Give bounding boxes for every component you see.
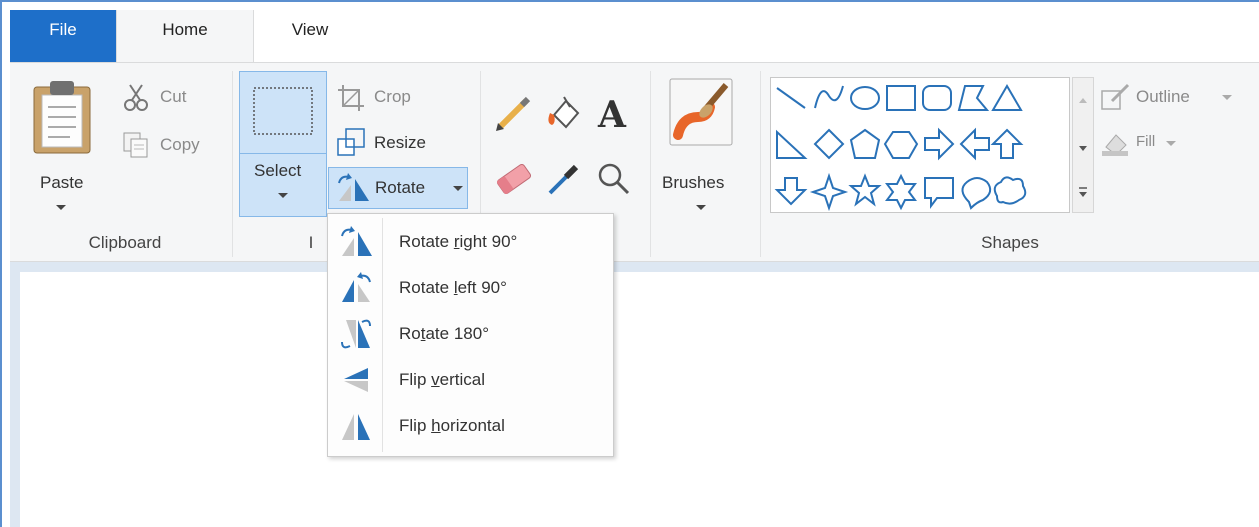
tab-view[interactable]: View <box>254 10 366 58</box>
rotate-button[interactable]: Rotate <box>328 167 468 209</box>
rotate-right-icon <box>341 226 372 256</box>
chevron-down-icon <box>696 205 706 210</box>
copy-button[interactable]: Copy <box>122 131 232 161</box>
brushes-label: Brushes <box>662 173 725 192</box>
crop-icon <box>338 85 364 111</box>
fill-icon <box>1102 134 1128 156</box>
line-shape-icon <box>776 87 806 109</box>
menu-item-flip-vertical[interactable]: Flip vertical <box>332 358 610 402</box>
flip-vertical-icon <box>344 368 368 392</box>
scroll-down-icon[interactable] <box>1073 140 1093 156</box>
fill-bucket-icon[interactable] <box>544 93 584 133</box>
triangle-shape-icon <box>991 84 1023 111</box>
curve-shape-icon <box>814 85 844 109</box>
scroll-up-icon[interactable] <box>1073 92 1093 108</box>
oval-callout-shape-icon <box>961 177 992 210</box>
copy-label: Copy <box>160 135 200 154</box>
cut-label: Cut <box>160 87 187 106</box>
resize-icon <box>337 128 365 156</box>
up-arrow-shape-icon <box>990 128 1024 159</box>
magnifier-icon[interactable] <box>594 159 634 199</box>
pencil-icon[interactable] <box>494 93 534 133</box>
fill-button[interactable]: Fill <box>1100 129 1220 159</box>
crop-label: Crop <box>374 87 411 106</box>
cloud-callout-shape-icon <box>993 176 1027 205</box>
svg-text:A: A <box>597 94 627 133</box>
outline-label: Outline <box>1136 87 1190 106</box>
six-point-star-shape-icon <box>885 173 917 211</box>
text-tool-icon[interactable]: A <box>594 93 634 133</box>
chevron-down-icon <box>1166 141 1176 146</box>
select-split-divider <box>239 153 327 154</box>
fill-label: Fill <box>1136 133 1156 150</box>
chevron-down-icon <box>453 186 463 191</box>
menu-item-rotate-right-90[interactable]: Rotate right 90° <box>332 220 610 264</box>
menu-item-rotate-left-90[interactable]: Rotate left 90° <box>332 266 610 310</box>
expand-gallery-icon[interactable] <box>1073 182 1093 202</box>
four-point-star-shape-icon <box>809 172 849 212</box>
oval-shape-icon <box>850 86 880 110</box>
menu-item-flip-horizontal[interactable]: Flip horizontal <box>332 404 610 448</box>
rounded-rectangle-shape-icon <box>922 85 952 111</box>
tab-file[interactable]: File <box>10 10 116 66</box>
rectangle-shape-icon <box>886 85 916 111</box>
ribbon-tab-bar: File Home View <box>2 2 1259 66</box>
tab-home[interactable]: Home <box>116 10 254 66</box>
rounded-callout-shape-icon <box>924 177 954 209</box>
scissors-icon <box>124 84 148 111</box>
five-point-star-shape-icon <box>848 173 882 207</box>
right-triangle-shape-icon <box>776 129 808 159</box>
diamond-shape-icon <box>813 128 845 160</box>
rotate-icon <box>338 173 369 201</box>
paint-window: File Home View Paste Cut Copy Clipboard … <box>0 0 1259 527</box>
down-arrow-shape-icon <box>774 177 808 206</box>
hexagon-shape-icon <box>883 131 919 159</box>
crop-button[interactable]: Crop <box>336 83 436 113</box>
group-divider <box>760 71 761 257</box>
chevron-down-icon <box>1222 95 1232 100</box>
outline-pen-icon <box>1101 83 1130 110</box>
ribbon: Paste Cut Copy Clipboard Select Crop Res… <box>10 62 1259 262</box>
menu-item-rotate-180[interactable]: Rotate 180° <box>332 312 610 356</box>
chevron-down-icon <box>56 205 66 210</box>
color-picker-icon[interactable] <box>544 159 584 199</box>
clipboard-group-label: Clipboard <box>88 233 162 252</box>
eraser-icon[interactable] <box>494 159 534 199</box>
resize-label: Resize <box>374 133 426 152</box>
paste-button[interactable]: Paste <box>24 73 100 213</box>
rotate-label: Rotate <box>375 178 426 197</box>
shapes-gallery[interactable] <box>770 77 1070 213</box>
image-group-label: I <box>308 233 314 252</box>
outline-button[interactable]: Outline <box>1100 83 1250 113</box>
flip-horizontal-icon <box>342 414 370 440</box>
group-divider <box>232 71 233 257</box>
selection-marquee-icon <box>253 87 313 135</box>
rotate-180-icon <box>341 319 371 349</box>
paste-label: Paste <box>40 173 84 192</box>
copy-icon <box>123 132 148 158</box>
right-arrow-shape-icon <box>924 127 955 161</box>
rotate-left-icon <box>342 272 371 302</box>
cut-button[interactable]: Cut <box>122 83 222 113</box>
shapes-group-label: Shapes <box>981 233 1039 252</box>
shapes-gallery-scrollbar[interactable] <box>1072 77 1094 213</box>
resize-button[interactable]: Resize <box>336 127 446 157</box>
select-label: Select <box>254 161 302 180</box>
brushes-button[interactable]: Brushes <box>658 73 748 213</box>
left-arrow-shape-icon <box>959 127 990 161</box>
pentagon-shape-icon <box>849 128 881 159</box>
rotate-menu: Rotate right 90° Rotate left 90° Rotate … <box>327 213 614 457</box>
shapes-grid <box>774 84 1027 212</box>
polygon-shape-icon <box>957 85 990 111</box>
brush-icon <box>669 78 733 146</box>
clipboard-icon <box>33 81 91 154</box>
drawing-canvas[interactable] <box>20 272 1259 527</box>
chevron-down-icon <box>278 193 288 198</box>
group-divider <box>650 71 651 257</box>
